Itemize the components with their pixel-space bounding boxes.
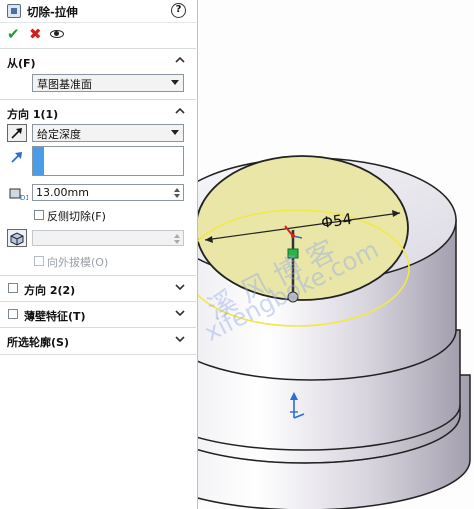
svg-text:D1: D1 [20,194,28,202]
eye-icon[interactable] [50,30,64,38]
depth-input[interactable]: 13.00mm [32,184,184,201]
thin-feature-checkbox[interactable] [8,309,18,319]
flip-side-checkbox[interactable] [34,210,44,220]
direction1-title: 方向 1(1) [7,108,59,121]
end-condition-value: 给定深度 [37,128,81,141]
action-bar: ✔ ✖ [0,22,196,46]
chevron-down-icon[interactable] [174,307,186,319]
title-bar: 切除-拉伸 ? [0,0,196,23]
direction2-title: 方向 2(2) [24,284,76,297]
help-icon[interactable]: ? [171,3,186,18]
thin-feature-header[interactable]: 薄壁特征(T) [0,305,196,325]
from-section-header[interactable]: 从(F) [0,52,196,72]
chevron-down-icon[interactable] [174,333,186,345]
direction-reference-field[interactable] [32,146,184,176]
thin-feature-title: 薄壁特征(T) [24,310,86,323]
property-manager: 切除-拉伸 ? ✔ ✖ 从(F) 草图基准面 方向 1(1) 给定深度 D1 1… [0,0,198,509]
start-condition-select[interactable]: 草图基准面 [32,74,184,92]
selected-contours-title: 所选轮廓(S) [7,336,69,349]
selected-contours-header[interactable]: 所选轮廓(S) [0,331,196,351]
draft-outward-checkbox[interactable] [34,256,44,266]
draft-icon [10,232,24,246]
direction2-checkbox[interactable] [8,283,18,293]
cut-extrude-icon [7,4,21,18]
start-condition-value: 草图基准面 [37,78,92,91]
draft-angle-spinner[interactable] [172,232,182,246]
depth-icon: D1 [9,188,28,202]
feature-title: 切除-拉伸 [27,5,78,19]
flip-side-label: 反侧切除(F) [47,210,106,223]
chevron-up-icon[interactable] [174,54,186,66]
chevron-down-icon[interactable] [174,281,186,293]
draft-toggle-button[interactable] [7,229,27,247]
chevron-up-icon[interactable] [174,105,186,117]
draft-outward-label: 向外拔模(O) [47,256,109,269]
arrow-icon [11,128,22,139]
draft-angle-input[interactable] [32,230,184,246]
from-section-title: 从(F) [7,57,36,70]
checkmark-icon[interactable]: ✔ [7,25,20,43]
reverse-direction-button[interactable] [7,124,27,142]
chevron-down-icon [171,130,179,135]
depth-value: 13.00mm [36,186,89,199]
close-icon[interactable]: ✖ [29,25,42,43]
direction1-header[interactable]: 方向 1(1) [0,103,196,123]
chevron-down-icon [171,80,179,85]
direction-arrow-icon [11,152,22,163]
depth-spinner[interactable] [172,186,182,200]
direction2-header[interactable]: 方向 2(2) [0,279,196,299]
end-condition-select[interactable]: 给定深度 [32,124,184,142]
